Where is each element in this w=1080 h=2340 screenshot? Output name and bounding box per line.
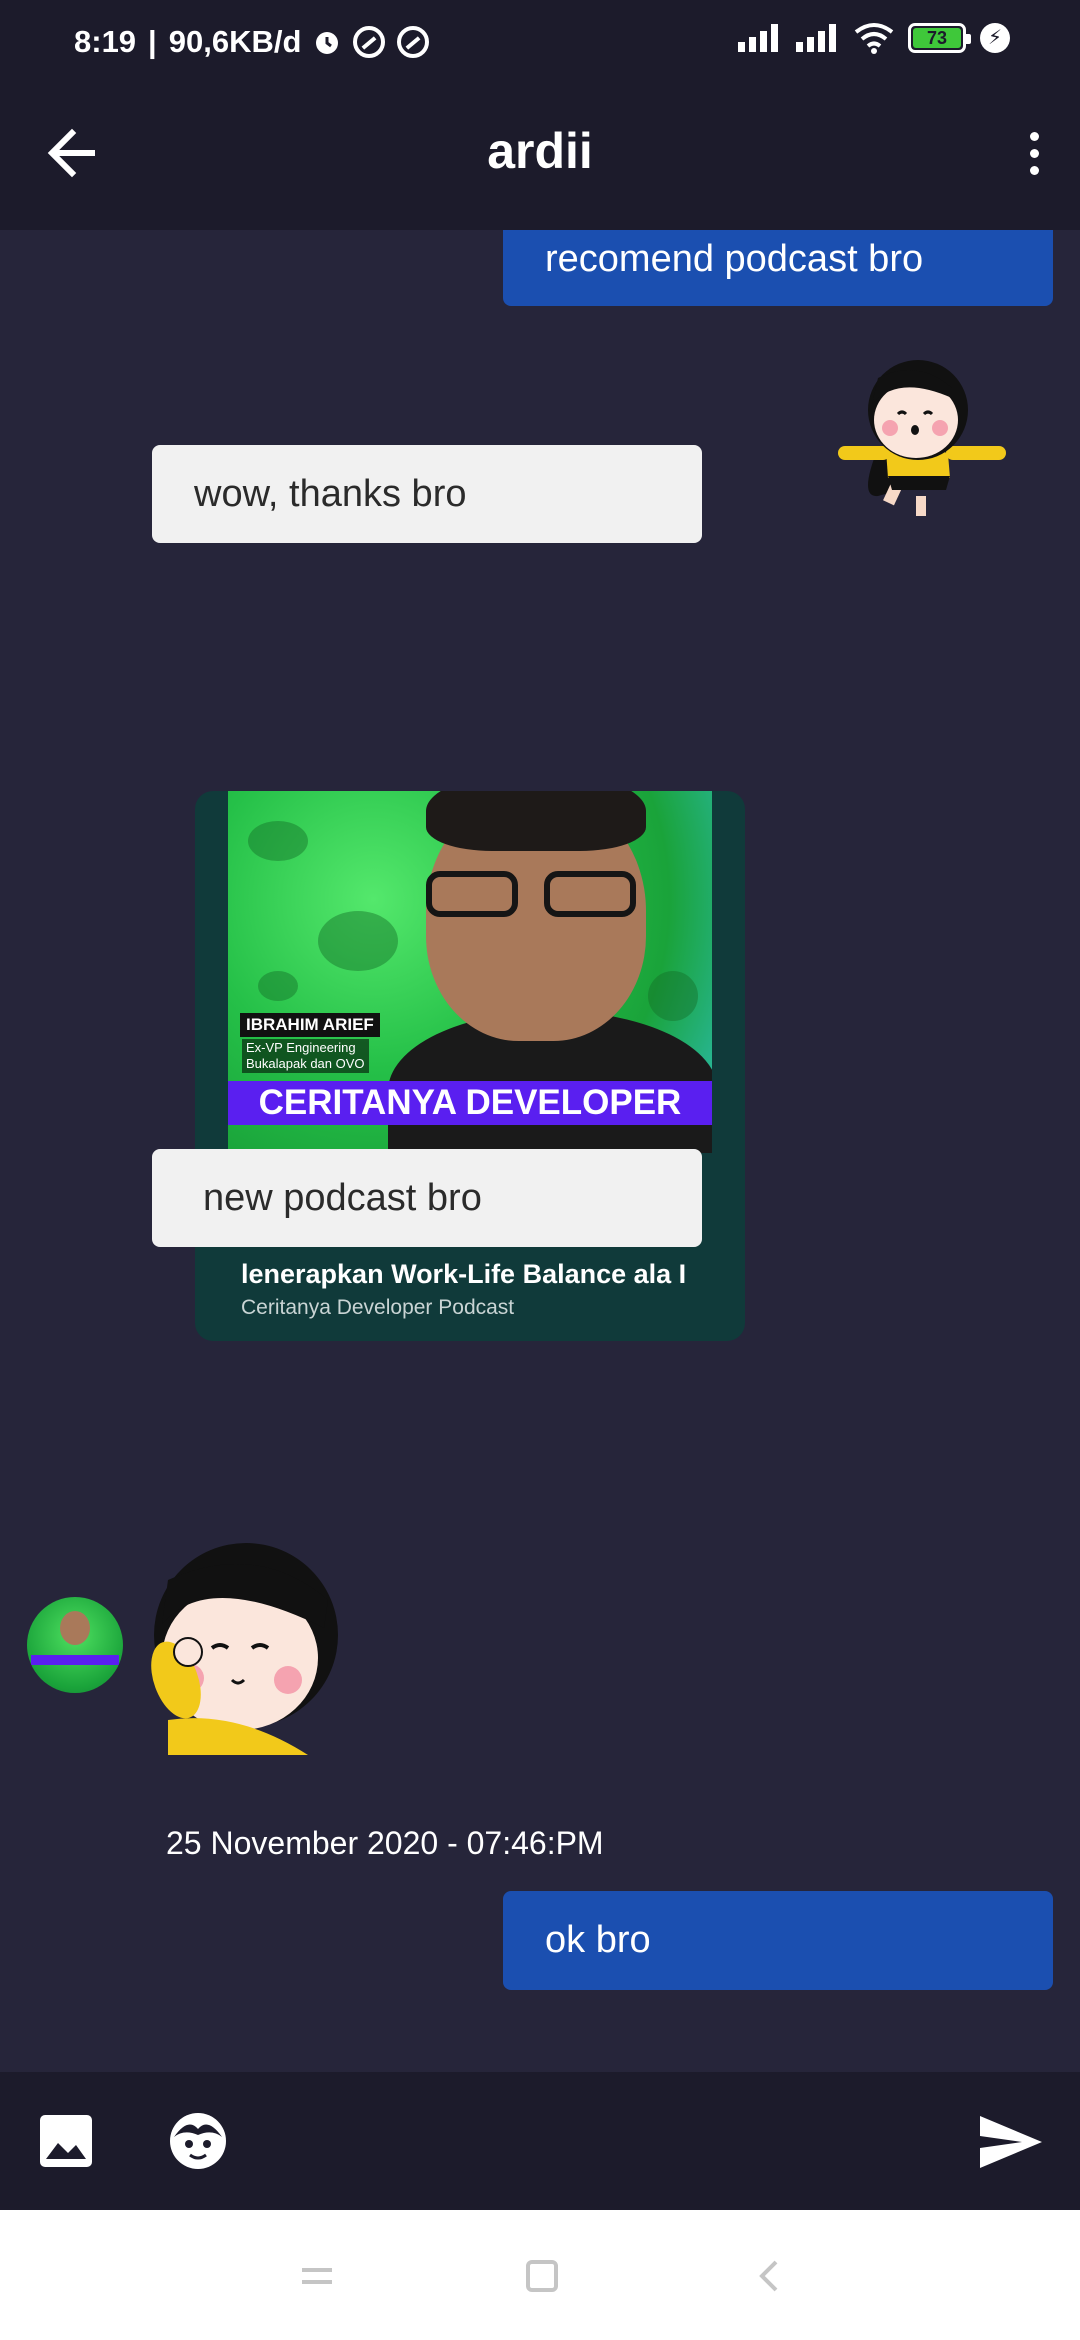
chat-title: ardii: [487, 123, 593, 179]
sticker-girl-thinking[interactable]: [128, 1540, 358, 1755]
status-time: 8:19: [74, 24, 137, 59]
signal-icon: [796, 24, 836, 52]
episode-title: lenerapkan Work-Life Balance ala I: [241, 1259, 687, 1289]
message-timestamp: 25 November 2020 - 07:46:PM: [166, 1825, 604, 1861]
battery-icon: 73: [908, 23, 971, 53]
sticker-button[interactable]: [168, 2111, 228, 2171]
wifi-icon: [854, 23, 894, 54]
message-text: new podcast bro: [203, 1177, 482, 1219]
guest-name: IBRAHIM ARIEF: [240, 1013, 380, 1037]
sticker-girl-standing[interactable]: [838, 348, 1013, 520]
sticker-icon: [170, 2113, 226, 2169]
system-nav-bar: [0, 2210, 1080, 2340]
podcast-cover-image: IBRAHIM ARIEF Ex-VP Engineering Bukalapa…: [228, 791, 712, 1153]
outgoing-message[interactable]: recomend podcast bro: [503, 230, 1053, 306]
show-banner: CERITANYA DEVELOPER: [228, 1081, 712, 1125]
network-speed: 90,6KB/d: [168, 24, 302, 59]
chat-messages[interactable]: recomend podcast bro wow, thanks bro IBR…: [0, 230, 1080, 2072]
sync-icon: [397, 26, 430, 58]
image-icon: [40, 2115, 92, 2167]
show-name: Ceritanya Developer Podcast: [241, 1296, 515, 1319]
home-button[interactable]: [526, 2260, 558, 2292]
charging-icon: ⚡: [980, 23, 1010, 53]
attach-image-button[interactable]: [40, 2115, 92, 2167]
app-bar: ardii: [0, 76, 1080, 230]
guest-role: Ex-VP Engineering Bukalapak dan OVO: [242, 1039, 369, 1073]
podcast-card[interactable]: IBRAHIM ARIEF Ex-VP Engineering Bukalapa…: [195, 791, 745, 1341]
send-icon: [980, 2116, 1042, 2168]
back-icon: [759, 2260, 778, 2292]
recent-apps-button[interactable]: [302, 2265, 332, 2289]
input-bar: [0, 2072, 1080, 2210]
sender-avatar[interactable]: [27, 1597, 123, 1693]
message-text: ok bro: [545, 1919, 651, 1961]
send-button[interactable]: [978, 2114, 1044, 2170]
menu-icon: [302, 2268, 332, 2284]
more-vertical-icon: [1029, 131, 1039, 141]
alarm-icon: [316, 32, 339, 54]
system-back-button[interactable]: [754, 2260, 784, 2292]
outgoing-message[interactable]: ok bro: [503, 1891, 1053, 1990]
sync-icon: [353, 26, 386, 58]
incoming-message[interactable]: wow, thanks bro: [152, 445, 702, 543]
message-text: wow, thanks bro: [194, 473, 467, 515]
signal-icon: [738, 24, 778, 52]
more-options-button[interactable]: [1014, 116, 1054, 190]
message-text: recomend podcast bro: [545, 238, 924, 280]
battery-level: 73: [913, 28, 961, 48]
incoming-message[interactable]: new podcast bro: [152, 1149, 702, 1247]
status-bar: 8:19 | 90,6KB/d 73 ⚡: [0, 0, 1080, 76]
